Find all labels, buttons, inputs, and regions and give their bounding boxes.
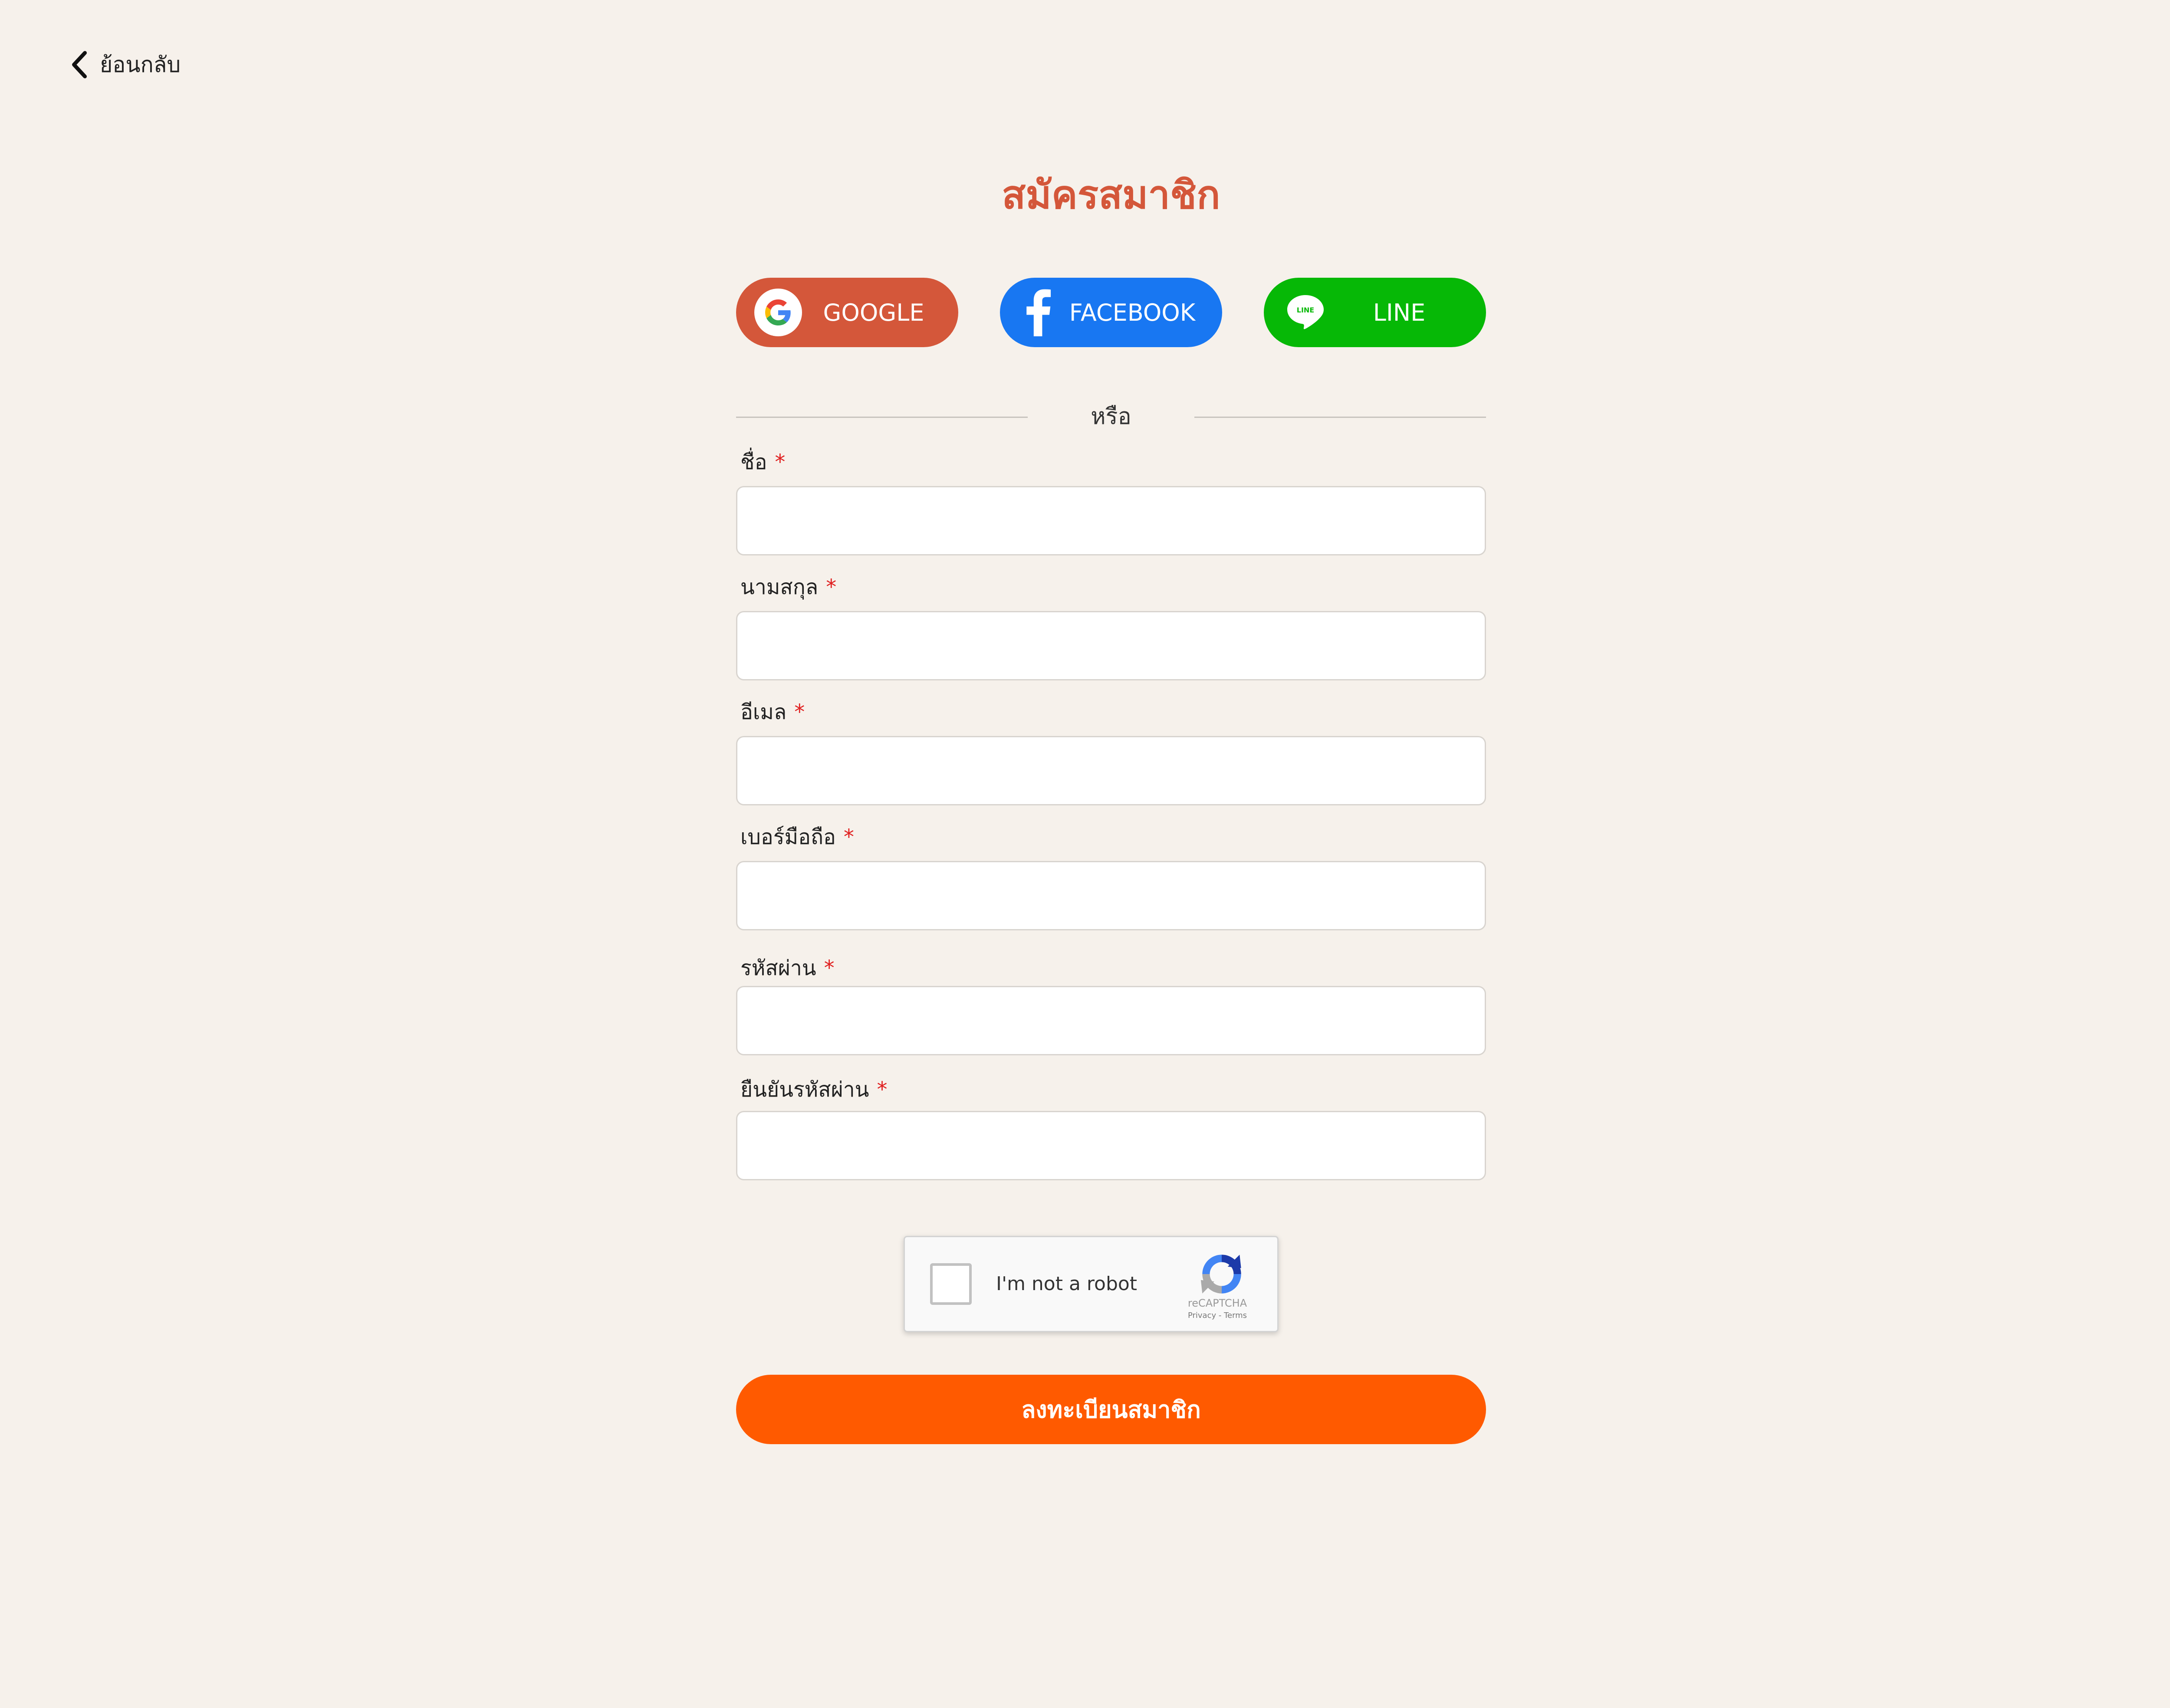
line-badge-text: LINE [1297,306,1314,314]
first-name-label-text: ชื่อ [740,450,767,474]
required-mark: * [826,575,837,599]
register-submit-button[interactable]: ลงทะเบียนสมาชิก [736,1375,1486,1444]
required-mark: * [775,450,786,474]
password-label-text: รหัสผ่าน [740,956,816,980]
email-label-text: อีเมล [740,700,787,724]
facebook-icon [1026,289,1051,336]
mobile-input[interactable] [736,861,1486,930]
first-name-label: ชื่อ * [740,447,785,477]
password-input[interactable] [736,986,1486,1055]
last-name-label-text: นามสกุล [740,575,819,599]
or-divider: หรือ [736,399,1486,434]
google-login-button[interactable]: GOOGLE [736,278,958,347]
recaptcha-checkbox[interactable] [930,1263,972,1305]
divider-line-right [1194,417,1486,418]
email-label: อีเมล * [740,697,805,727]
back-link[interactable]: ย้อนกลับ [69,47,181,82]
social-login-row: GOOGLE FACEBOOK LINE LINE [736,278,1486,347]
page-title: สมัครสมาชิก [1002,172,1220,218]
required-mark: * [843,825,854,849]
google-login-label: GOOGLE [823,299,924,326]
first-name-input[interactable] [736,486,1486,555]
chevron-left-icon [72,51,87,79]
recaptcha-logo-icon [1200,1255,1241,1294]
back-label: ย้อนกลับ [100,52,181,77]
mobile-label: เบอร์มือถือ * [740,822,854,852]
required-mark: * [877,1077,888,1102]
confirm-password-label-text: ยืนยันรหัสผ่าน [740,1077,869,1102]
confirm-password-input[interactable] [736,1111,1486,1180]
required-mark: * [794,700,805,724]
email-input[interactable] [736,736,1486,805]
password-label: รหัสผ่าน * [740,953,835,983]
line-icon: LINE [1287,295,1324,329]
last-name-input[interactable] [736,611,1486,680]
confirm-password-label: ยืนยันรหัสผ่าน * [740,1074,887,1105]
line-login-label: LINE [1373,299,1426,326]
google-icon [754,289,802,336]
recaptcha-privacy-terms[interactable]: Privacy - Terms [1165,1311,1269,1320]
last-name-label: นามสกุล * [740,572,836,602]
recaptcha-label: I'm not a robot [996,1273,1138,1295]
recaptcha-brand: reCAPTCHA [1187,1297,1247,1309]
mobile-label-text: เบอร์มือถือ [740,825,836,849]
facebook-login-label: FACEBOOK [1069,299,1196,326]
required-mark: * [824,956,835,980]
recaptcha-widget: I'm not a robot reCAPTCHA Privacy - Term… [904,1236,1279,1332]
facebook-login-button[interactable]: FACEBOOK [1000,278,1222,347]
line-login-button[interactable]: LINE LINE [1264,278,1486,347]
